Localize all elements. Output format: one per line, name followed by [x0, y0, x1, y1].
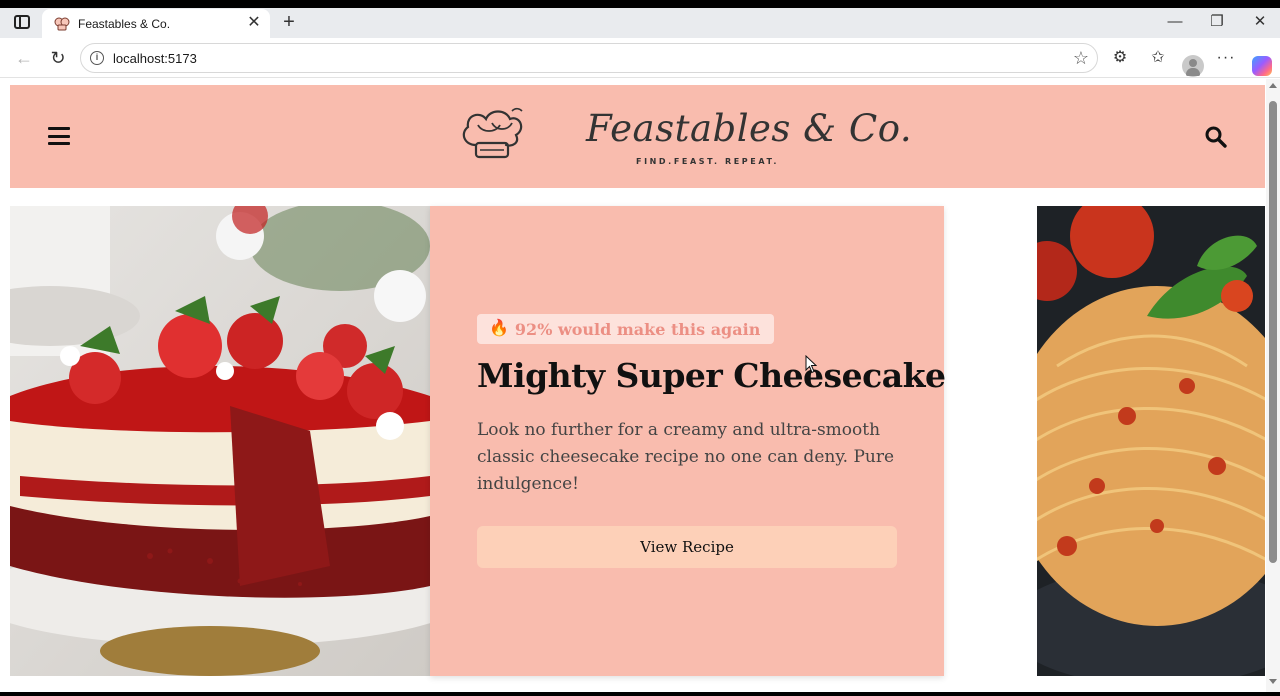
- cheesecake-image[interactable]: [10, 206, 430, 676]
- extensions-icon[interactable]: ⚙: [1108, 46, 1132, 70]
- reload-icon[interactable]: ↻: [46, 46, 70, 70]
- scroll-thumb[interactable]: [1269, 101, 1277, 563]
- favorite-star-icon[interactable]: ☆: [1073, 48, 1089, 68]
- brand-name[interactable]: Feastables & Co.: [586, 107, 912, 150]
- browser-window: Feastables & Co. ✕ + — ❐ ✕ ← ↻ i localho…: [0, 8, 1280, 692]
- close-window-button[interactable]: ✕: [1240, 10, 1280, 34]
- browser-tab[interactable]: Feastables & Co. ✕: [42, 9, 270, 38]
- menu-icon[interactable]: [48, 127, 70, 145]
- new-tab-button[interactable]: +: [278, 10, 300, 34]
- back-icon[interactable]: ←: [12, 46, 36, 70]
- scroll-down-icon[interactable]: [1269, 679, 1277, 684]
- minimize-button[interactable]: —: [1155, 10, 1195, 34]
- scroll-up-icon[interactable]: [1269, 83, 1277, 88]
- mouse-cursor-icon: [805, 355, 817, 374]
- restore-button[interactable]: ❐: [1197, 10, 1237, 34]
- copilot-icon[interactable]: [1252, 56, 1272, 76]
- badge-text: 92% would make this again: [514, 319, 761, 339]
- featured-recipe-card: 🔥 92% would make this again Mighty Super…: [430, 206, 946, 676]
- favorites-icon[interactable]: ✩: [1146, 46, 1170, 70]
- favicon-icon: [54, 17, 70, 31]
- more-icon[interactable]: ···: [1214, 46, 1238, 70]
- search-icon[interactable]: [1204, 125, 1228, 149]
- recipe-title: Mighty Super Cheesecake: [477, 356, 946, 395]
- tab-title: Feastables & Co.: [78, 17, 171, 31]
- info-icon[interactable]: i: [90, 51, 104, 65]
- sidebar-toggle-icon[interactable]: [14, 15, 30, 29]
- recipe-description: Look no further for a creamy and ultra-s…: [477, 420, 895, 494]
- chef-hat-logo[interactable]: [456, 105, 526, 163]
- page-scrollbar[interactable]: [1266, 79, 1280, 692]
- spaghetti-image[interactable]: [1037, 206, 1265, 676]
- fire-icon: 🔥: [489, 320, 509, 337]
- site-header: Feastables & Co. FIND.FEAST. REPEAT.: [10, 85, 1265, 188]
- profile-avatar[interactable]: [1182, 55, 1204, 77]
- tab-close-icon[interactable]: ✕: [244, 13, 264, 33]
- address-bar-row: ← ↻ i localhost:5173 ☆ ⚙ ✩ ···: [0, 38, 1280, 78]
- page-viewport: Feastables & Co. FIND.FEAST. REPEAT. 🔥 9…: [0, 79, 1280, 692]
- url-text[interactable]: localhost:5173: [113, 51, 197, 66]
- brand-tagline: FIND.FEAST. REPEAT.: [636, 157, 779, 166]
- tab-bar: Feastables & Co. ✕ + — ❐ ✕: [0, 8, 1280, 38]
- view-recipe-button[interactable]: View Recipe: [477, 526, 897, 568]
- rating-badge: 🔥 92% would make this again: [477, 314, 775, 344]
- url-bar[interactable]: i localhost:5173 ☆: [80, 43, 1098, 73]
